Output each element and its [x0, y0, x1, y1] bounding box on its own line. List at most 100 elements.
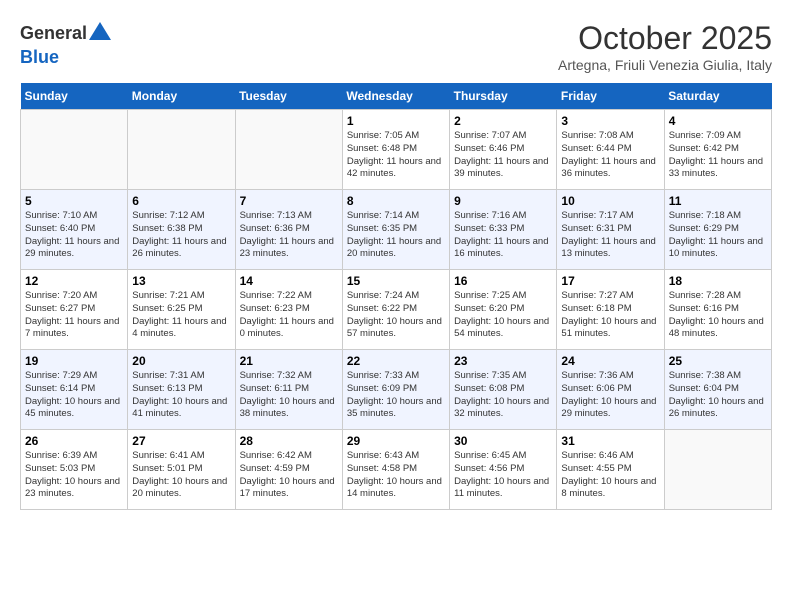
day-info: Sunrise: 7:27 AM Sunset: 6:18 PM Dayligh… — [561, 290, 659, 341]
day-header-sunday: Sunday — [21, 83, 128, 110]
calendar-cell: 2Sunrise: 7:07 AM Sunset: 6:46 PM Daylig… — [450, 110, 557, 190]
day-info: Sunrise: 7:33 AM Sunset: 6:09 PM Dayligh… — [347, 370, 445, 421]
day-info: Sunrise: 7:24 AM Sunset: 6:22 PM Dayligh… — [347, 290, 445, 341]
calendar-cell: 31Sunrise: 6:46 AM Sunset: 4:55 PM Dayli… — [557, 430, 664, 510]
day-info: Sunrise: 7:21 AM Sunset: 6:25 PM Dayligh… — [132, 290, 230, 341]
calendar-cell: 24Sunrise: 7:36 AM Sunset: 6:06 PM Dayli… — [557, 350, 664, 430]
day-info: Sunrise: 6:46 AM Sunset: 4:55 PM Dayligh… — [561, 450, 659, 501]
calendar-cell: 1Sunrise: 7:05 AM Sunset: 6:48 PM Daylig… — [342, 110, 449, 190]
calendar-cell — [21, 110, 128, 190]
day-number: 23 — [454, 354, 552, 368]
calendar-table: SundayMondayTuesdayWednesdayThursdayFrid… — [20, 83, 772, 510]
day-number: 21 — [240, 354, 338, 368]
days-header-row: SundayMondayTuesdayWednesdayThursdayFrid… — [21, 83, 772, 110]
day-number: 13 — [132, 274, 230, 288]
day-number: 4 — [669, 114, 767, 128]
calendar-cell: 25 Sunrise: 7:38 AM Sunset: 6:04 PM Dayli… — [664, 350, 771, 430]
day-number: 27 — [132, 434, 230, 448]
day-number: 7 — [240, 194, 338, 208]
day-info: Sunrise: 7:10 AM Sunset: 6:40 PM Dayligh… — [25, 210, 123, 261]
day-number: 16 — [454, 274, 552, 288]
calendar-cell: 22 Sunrise: 7:33 AM Sunset: 6:09 PM Dayli… — [342, 350, 449, 430]
calendar-cell: 28 Sunrise: 6:42 AM Sunset: 4:59 PM Dayli… — [235, 430, 342, 510]
day-info: Sunrise: 7:17 AM Sunset: 6:31 PM Dayligh… — [561, 210, 659, 261]
day-number: 6 — [132, 194, 230, 208]
day-header-thursday: Thursday — [450, 83, 557, 110]
day-number: 20 — [132, 354, 230, 368]
day-info: Sunrise: 6:43 AM Sunset: 4:58 PM Dayligh… — [347, 450, 445, 501]
calendar-cell: 10Sunrise: 7:17 AM Sunset: 6:31 PM Dayli… — [557, 190, 664, 270]
day-info: Sunrise: 7:35 AM Sunset: 6:08 PM Dayligh… — [454, 370, 552, 421]
day-info: Sunrise: 7:36 AM Sunset: 6:06 PM Dayligh… — [561, 370, 659, 421]
day-number: 25 — [669, 354, 767, 368]
day-info: Sunrise: 7:20 AM Sunset: 6:27 PM Dayligh… — [25, 290, 123, 341]
calendar-cell — [128, 110, 235, 190]
logo-general-text: General — [20, 23, 87, 44]
calendar-week-5: 26 Sunrise: 6:39 AM Sunset: 5:03 PM Dayli… — [21, 430, 772, 510]
day-header-saturday: Saturday — [664, 83, 771, 110]
logo: General Blue — [20, 20, 111, 68]
calendar-cell: 12 Sunrise: 7:20 AM Sunset: 6:27 PM Dayli… — [21, 270, 128, 350]
calendar-cell: 8Sunrise: 7:14 AM Sunset: 6:35 PM Daylig… — [342, 190, 449, 270]
day-header-wednesday: Wednesday — [342, 83, 449, 110]
day-number: 26 — [25, 434, 123, 448]
day-info: Sunrise: 7:29 AM Sunset: 6:14 PM Dayligh… — [25, 370, 123, 421]
day-number: 29 — [347, 434, 445, 448]
calendar-cell: 17Sunrise: 7:27 AM Sunset: 6:18 PM Dayli… — [557, 270, 664, 350]
calendar-cell: 9Sunrise: 7:16 AM Sunset: 6:33 PM Daylig… — [450, 190, 557, 270]
day-info: Sunrise: 6:41 AM Sunset: 5:01 PM Dayligh… — [132, 450, 230, 501]
calendar-cell: 20 Sunrise: 7:31 AM Sunset: 6:13 PM Dayli… — [128, 350, 235, 430]
page-header: General Blue October 2025 Artegna, Friul… — [20, 20, 772, 73]
calendar-cell: 11 Sunrise: 7:18 AM Sunset: 6:29 PM Dayli… — [664, 190, 771, 270]
day-number: 19 — [25, 354, 123, 368]
calendar-cell — [664, 430, 771, 510]
calendar-cell: 6 Sunrise: 7:12 AM Sunset: 6:38 PM Daylig… — [128, 190, 235, 270]
logo-icon — [89, 20, 111, 42]
day-info: Sunrise: 7:25 AM Sunset: 6:20 PM Dayligh… — [454, 290, 552, 341]
day-number: 18 — [669, 274, 767, 288]
calendar-cell: 26 Sunrise: 6:39 AM Sunset: 5:03 PM Dayli… — [21, 430, 128, 510]
logo-blue-text: Blue — [20, 47, 59, 68]
day-info: Sunrise: 7:31 AM Sunset: 6:13 PM Dayligh… — [132, 370, 230, 421]
calendar-cell: 16 Sunrise: 7:25 AM Sunset: 6:20 PM Dayli… — [450, 270, 557, 350]
day-info: Sunrise: 6:45 AM Sunset: 4:56 PM Dayligh… — [454, 450, 552, 501]
day-number: 15 — [347, 274, 445, 288]
calendar-cell: 30 Sunrise: 6:45 AM Sunset: 4:56 PM Dayli… — [450, 430, 557, 510]
day-info: Sunrise: 7:18 AM Sunset: 6:29 PM Dayligh… — [669, 210, 767, 261]
calendar-cell: 18Sunrise: 7:28 AM Sunset: 6:16 PM Dayli… — [664, 270, 771, 350]
day-info: Sunrise: 6:42 AM Sunset: 4:59 PM Dayligh… — [240, 450, 338, 501]
calendar-cell: 3 Sunrise: 7:08 AM Sunset: 6:44 PM Daylig… — [557, 110, 664, 190]
day-number: 5 — [25, 194, 123, 208]
day-info: Sunrise: 7:07 AM Sunset: 6:46 PM Dayligh… — [454, 130, 552, 181]
month-title: October 2025 — [558, 20, 772, 57]
day-number: 1 — [347, 114, 445, 128]
day-info: Sunrise: 7:09 AM Sunset: 6:42 PM Dayligh… — [669, 130, 767, 181]
day-info: Sunrise: 7:12 AM Sunset: 6:38 PM Dayligh… — [132, 210, 230, 261]
calendar-cell: 23 Sunrise: 7:35 AM Sunset: 6:08 PM Dayli… — [450, 350, 557, 430]
day-info: Sunrise: 7:08 AM Sunset: 6:44 PM Dayligh… — [561, 130, 659, 181]
day-number: 12 — [25, 274, 123, 288]
day-info: Sunrise: 6:39 AM Sunset: 5:03 PM Dayligh… — [25, 450, 123, 501]
day-number: 14 — [240, 274, 338, 288]
calendar-cell: 19 Sunrise: 7:29 AM Sunset: 6:14 PM Dayli… — [21, 350, 128, 430]
day-info: Sunrise: 7:38 AM Sunset: 6:04 PM Dayligh… — [669, 370, 767, 421]
calendar-week-2: 5 Sunrise: 7:10 AM Sunset: 6:40 PM Daylig… — [21, 190, 772, 270]
title-block: October 2025 Artegna, Friuli Venezia Giu… — [558, 20, 772, 73]
calendar-cell: 7Sunrise: 7:13 AM Sunset: 6:36 PM Daylig… — [235, 190, 342, 270]
day-info: Sunrise: 7:22 AM Sunset: 6:23 PM Dayligh… — [240, 290, 338, 341]
calendar-week-1: 1Sunrise: 7:05 AM Sunset: 6:48 PM Daylig… — [21, 110, 772, 190]
day-number: 30 — [454, 434, 552, 448]
day-number: 9 — [454, 194, 552, 208]
day-number: 3 — [561, 114, 659, 128]
calendar-cell: 21Sunrise: 7:32 AM Sunset: 6:11 PM Dayli… — [235, 350, 342, 430]
calendar-week-3: 12 Sunrise: 7:20 AM Sunset: 6:27 PM Dayli… — [21, 270, 772, 350]
day-number: 11 — [669, 194, 767, 208]
calendar-cell: 13 Sunrise: 7:21 AM Sunset: 6:25 PM Dayli… — [128, 270, 235, 350]
calendar-cell: 27 Sunrise: 6:41 AM Sunset: 5:01 PM Dayli… — [128, 430, 235, 510]
calendar-cell: 15 Sunrise: 7:24 AM Sunset: 6:22 PM Dayli… — [342, 270, 449, 350]
day-info: Sunrise: 7:14 AM Sunset: 6:35 PM Dayligh… — [347, 210, 445, 261]
day-header-tuesday: Tuesday — [235, 83, 342, 110]
day-number: 28 — [240, 434, 338, 448]
calendar-cell: 4 Sunrise: 7:09 AM Sunset: 6:42 PM Daylig… — [664, 110, 771, 190]
day-number: 22 — [347, 354, 445, 368]
